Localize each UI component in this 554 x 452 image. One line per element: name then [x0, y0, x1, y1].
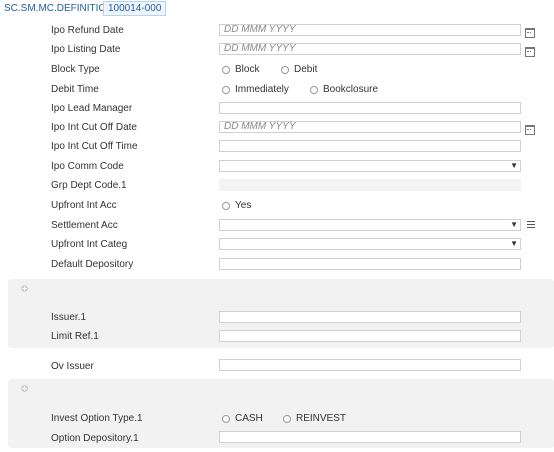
debit-time-option-immediately[interactable]: Immediately: [235, 84, 289, 95]
invest-option-radio-reinvest[interactable]: [283, 415, 291, 423]
issuer-label: Issuer.1: [51, 312, 87, 323]
upfront-int-acc-radio-yes[interactable]: [222, 202, 230, 210]
ipo-comm-code-select[interactable]: ▼: [219, 160, 521, 172]
ipo-int-cut-off-date-field[interactable]: DD MMM YYYY: [219, 121, 521, 133]
ipo-listing-date-label: Ipo Listing Date: [51, 44, 121, 55]
debit-time-radio-immediately[interactable]: [222, 86, 230, 94]
ipo-int-cut-off-date-placeholder: DD MMM YYYY: [224, 121, 296, 132]
ipo-int-cut-off-date-label: Ipo Int Cut Off Date: [51, 122, 137, 133]
invest-option-radio-cash[interactable]: [222, 415, 230, 423]
ipo-refund-date-label: Ipo Refund Date: [51, 25, 124, 36]
caret-down-icon[interactable]: ▼: [510, 239, 518, 249]
issuer-input[interactable]: [219, 311, 521, 323]
debit-time-radio-bookclosure[interactable]: [310, 86, 318, 94]
ipo-int-cut-off-time-input[interactable]: [219, 140, 521, 152]
block-type-label: Block Type: [51, 64, 100, 75]
default-depository-input[interactable]: [219, 258, 521, 270]
list-icon[interactable]: [527, 221, 535, 228]
upfront-int-acc-label: Upfront Int Acc: [51, 200, 117, 211]
block-type-option-block[interactable]: Block: [235, 64, 259, 75]
debit-time-option-bookclosure[interactable]: Bookclosure: [323, 84, 378, 95]
settlement-acc-select[interactable]: ▼: [219, 219, 521, 231]
app-title: SC.SM.MC.DEFINITION: [4, 3, 114, 14]
ipo-int-cut-off-time-label: Ipo Int Cut Off Time: [51, 141, 138, 152]
block-type-radio-debit[interactable]: [281, 66, 289, 74]
ipo-comm-code-label: Ipo Comm Code: [51, 161, 124, 172]
block-type-option-debit[interactable]: Debit: [294, 64, 317, 75]
ov-issuer-input[interactable]: [219, 359, 521, 371]
grp-dept-code-readonly: [219, 179, 521, 191]
header-bar: SC.SM.MC.DEFINITION 100014-000: [0, 0, 554, 17]
calendar-icon[interactable]: [525, 125, 535, 135]
invest-option-option-cash[interactable]: CASH: [235, 413, 263, 424]
record-id-badge[interactable]: 100014-000: [103, 1, 167, 16]
limit-ref-label: Limit Ref.1: [51, 331, 99, 342]
ipo-refund-date-field[interactable]: DD MMM YYYY: [219, 24, 521, 36]
ipo-refund-date-placeholder: DD MMM YYYY: [224, 24, 296, 35]
ipo-listing-date-placeholder: DD MMM YYYY: [224, 43, 296, 54]
invest-option-option-reinvest[interactable]: REINVEST: [296, 413, 346, 424]
block-type-radio-block[interactable]: [222, 66, 230, 74]
option-depository-input[interactable]: [219, 431, 521, 443]
ipo-listing-date-field[interactable]: DD MMM YYYY: [219, 43, 521, 55]
grp-dept-code-label: Grp Dept Code.1: [51, 180, 127, 191]
default-depository-label: Default Depository: [51, 259, 134, 270]
option-depository-label: Option Depository.1: [51, 433, 139, 444]
settlement-acc-label: Settlement Acc: [51, 220, 118, 231]
ipo-lead-manager-label: Ipo Lead Manager: [51, 103, 133, 114]
upfront-int-categ-select[interactable]: ▼: [219, 238, 521, 250]
calendar-icon[interactable]: [525, 47, 535, 57]
invest-option-type-label: Invest Option Type.1: [51, 413, 143, 424]
calendar-icon[interactable]: [525, 28, 535, 38]
caret-down-icon[interactable]: ▼: [510, 220, 518, 230]
upfront-int-categ-label: Upfront Int Categ: [51, 239, 128, 250]
upfront-int-acc-option-yes[interactable]: Yes: [235, 200, 251, 211]
ipo-lead-manager-input[interactable]: [219, 102, 521, 114]
limit-ref-input[interactable]: [219, 330, 521, 342]
ov-issuer-label: Ov Issuer: [51, 361, 94, 372]
caret-down-icon[interactable]: ▼: [510, 161, 518, 171]
add-group-icon[interactable]: [21, 385, 28, 392]
add-group-icon[interactable]: [21, 285, 28, 292]
debit-time-label: Debit Time: [51, 84, 99, 95]
